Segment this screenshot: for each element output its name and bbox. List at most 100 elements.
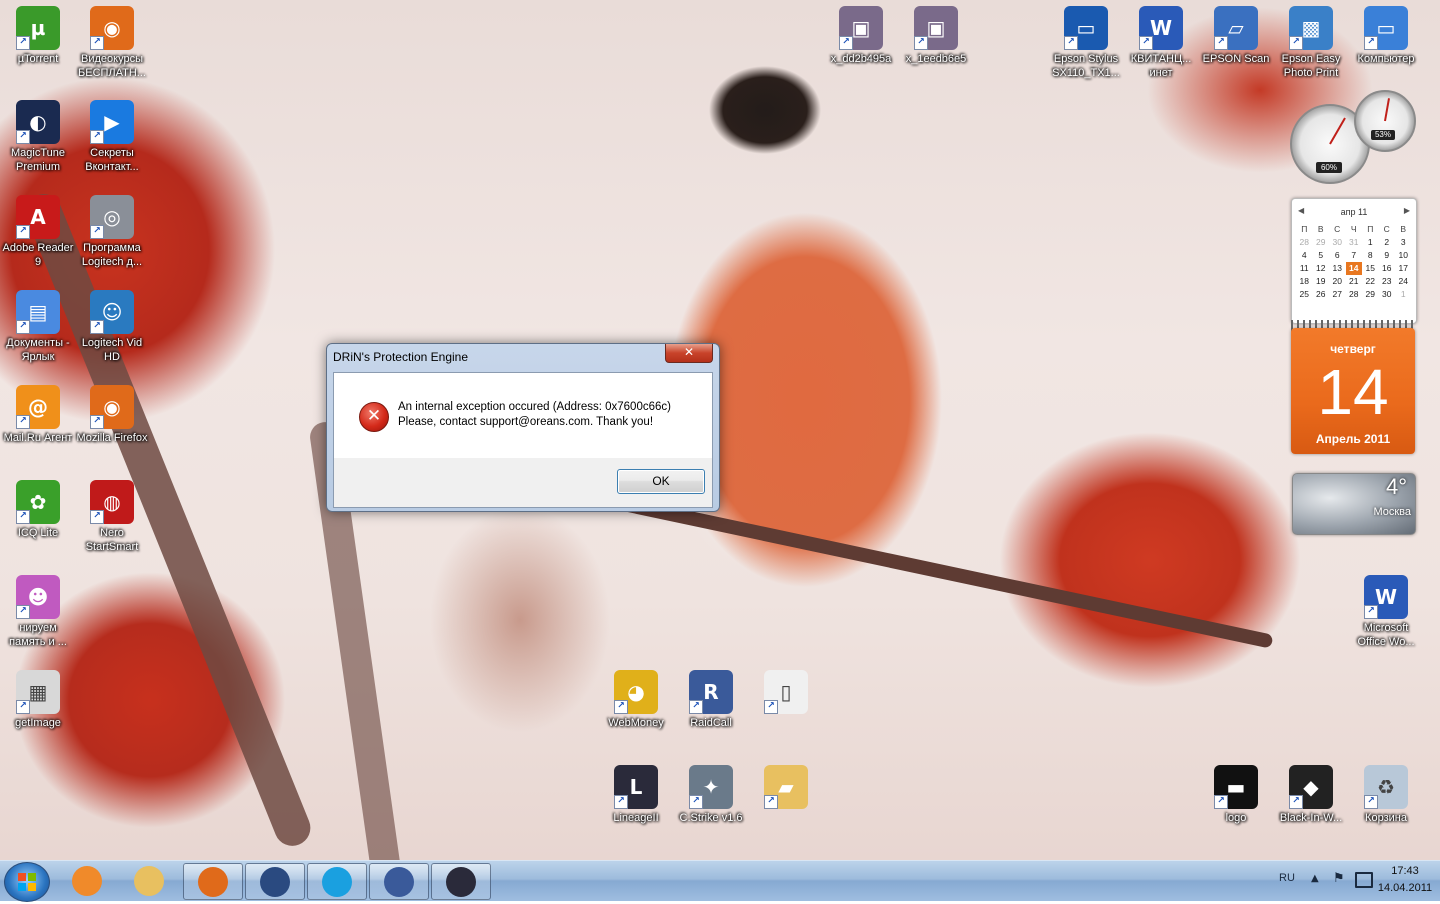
desktop-icon-bottom-5[interactable]: ▰ ↗ bbox=[748, 765, 824, 811]
calendar-day-cell[interactable]: 8 bbox=[1362, 249, 1379, 262]
calendar-week-row: 18 19 20 21 22 23 24 bbox=[1296, 275, 1412, 288]
calendar-day-cell[interactable]: 30 bbox=[1379, 288, 1396, 301]
calendar-day-cell[interactable]: 28 bbox=[1296, 236, 1313, 249]
cpu-meter-gadget[interactable]: 60% 53% bbox=[1290, 90, 1420, 185]
clock-time[interactable]: 17:43 bbox=[1375, 865, 1435, 877]
desktop-icon-bottom-8[interactable]: ♻ ↗ Корзина bbox=[1348, 765, 1424, 825]
calendar-day-cell[interactable]: 31 bbox=[1346, 236, 1363, 249]
desktop-icon-bottom-3[interactable]: L ↗ LineageII bbox=[598, 765, 674, 825]
calendar-day-cell[interactable]: 15 bbox=[1362, 262, 1379, 275]
desktop-icon-bottom-7[interactable]: ◆ ↗ Black-In-W... bbox=[1273, 765, 1349, 825]
desktop-icon-bottom-2[interactable]: ▯ ↗ bbox=[748, 670, 824, 716]
clock-date[interactable]: 14.04.2011 bbox=[1375, 882, 1435, 894]
calendar-day-cell[interactable]: 10 bbox=[1395, 249, 1412, 262]
calendar-day-cell[interactable]: 24 bbox=[1395, 275, 1412, 288]
calendar-day-cell[interactable]: 7 bbox=[1346, 249, 1363, 262]
calendar-gadget[interactable]: ◀ апр 11 ▶ П В С Ч П С В 28 29 30 31 1 2 3 4 5 6 7 8 9 10 11 1… bbox=[1291, 198, 1417, 458]
desktop-icon-top-4[interactable]: ▱ ↗ EPSON Scan bbox=[1198, 6, 1274, 66]
desktop-icon-left-4[interactable]: A ↗ Adobe Reader 9 bbox=[0, 195, 76, 269]
desktop-icon-bottom-9[interactable]: W ↗ Microsoft Office Wo... bbox=[1348, 575, 1424, 649]
calendar-day-cell[interactable]: 16 bbox=[1379, 262, 1396, 275]
desktop-icon-bottom-6[interactable]: ▬ ↗ logo bbox=[1198, 765, 1274, 825]
calendar-day-cell[interactable]: 18 bbox=[1296, 275, 1313, 288]
desktop-icon-left-12[interactable]: ☻ ↗ нируем память и ... bbox=[0, 575, 76, 649]
desktop-icon-label: нируем память и ... bbox=[9, 622, 67, 648]
start-button[interactable] bbox=[4, 862, 50, 902]
calendar-day-view: четверг 14 Апрель 2011 bbox=[1291, 328, 1415, 454]
calendar-day-cell[interactable]: 28 bbox=[1346, 288, 1363, 301]
taskbar-button-firefox[interactable] bbox=[183, 863, 243, 900]
desktop-icon-bottom-4[interactable]: ✦ ↗ C.Strike v1.6 bbox=[673, 765, 749, 825]
desktop-icon-top-3[interactable]: W ↗ КВИТАНЦ... инет bbox=[1123, 6, 1199, 80]
calendar-day-cell[interactable]: 29 bbox=[1313, 236, 1330, 249]
calendar-day-cell[interactable]: 30 bbox=[1329, 236, 1346, 249]
calendar-day-cell[interactable]: 23 bbox=[1379, 275, 1396, 288]
calendar-day-cell[interactable]: 1 bbox=[1395, 288, 1412, 301]
taskbar-button-raidcall[interactable] bbox=[369, 863, 429, 900]
calendar-day-cell[interactable]: 6 bbox=[1329, 249, 1346, 262]
calendar-day-cell[interactable]: 25 bbox=[1296, 288, 1313, 301]
desktop-icon-left-1[interactable]: ◉ ↗ Видеокурсы БЕСПЛАТН... bbox=[74, 6, 150, 80]
taskbar-button-explorer[interactable] bbox=[120, 863, 178, 898]
desktop-icon-top-2[interactable]: ▭ ↗ Epson Stylus SX110_TX1... bbox=[1048, 6, 1124, 80]
desktop-icon-top-0[interactable]: ▣ ↗ x_dd2b495a bbox=[823, 6, 899, 66]
desktop-icon-left-7[interactable]: ☺ ↗ Logitech Vid HD bbox=[74, 290, 150, 364]
taskbar-button-skype[interactable] bbox=[307, 863, 367, 900]
language-indicator[interactable]: RU bbox=[1279, 872, 1295, 884]
desktop-icon-left-11[interactable]: ◍ ↗ Nero StartSmart bbox=[74, 480, 150, 554]
calendar-day-cell[interactable]: 4 bbox=[1296, 249, 1313, 262]
calendar-day-cell[interactable]: 12 bbox=[1313, 262, 1330, 275]
show-hidden-icons-icon[interactable]: ▲ bbox=[1311, 873, 1319, 884]
desktop-icon-bottom-0[interactable]: ◕ ↗ WebMoney bbox=[598, 670, 674, 730]
desktop-icon-top-1[interactable]: ▣ ↗ x_1eedb6e5 bbox=[898, 6, 974, 66]
desktop-icon-left-2[interactable]: ◐ ↗ MagicTune Premium bbox=[0, 100, 76, 174]
taskbar-button-media-player[interactable] bbox=[58, 863, 116, 898]
calendar-day-cell[interactable]: 13 bbox=[1329, 262, 1346, 275]
calendar-day-cell[interactable]: 22 bbox=[1362, 275, 1379, 288]
calendar-day-cell[interactable]: 3 bbox=[1395, 236, 1412, 249]
network-icon[interactable] bbox=[1355, 872, 1373, 888]
desktop-icon-label: Epson Stylus SX110_TX1... bbox=[1052, 53, 1120, 79]
desktop-icon-label: x_dd2b495a bbox=[830, 53, 892, 65]
desktop-wallpaper[interactable] bbox=[0, 0, 1440, 860]
calendar-day-cell[interactable]: 5 bbox=[1313, 249, 1330, 262]
calendar-day-cell[interactable]: 14 bbox=[1345, 262, 1362, 275]
calendar-day-cell[interactable]: 20 bbox=[1329, 275, 1346, 288]
calendar-day-cell[interactable]: 29 bbox=[1362, 288, 1379, 301]
calendar-day-cell[interactable]: 2 bbox=[1379, 236, 1396, 249]
desktop-icon-left-6[interactable]: ▤ ↗ Документы - Ярлык bbox=[0, 290, 76, 364]
desktop-icon-top-6[interactable]: ▭ ↗ Компьютер bbox=[1348, 6, 1424, 66]
calendar-day-cell[interactable]: 11 bbox=[1296, 262, 1313, 275]
desktop-icon-left-8[interactable]: @ ↗ Mail.Ru Агент bbox=[0, 385, 76, 445]
taskbar-button-magictune[interactable] bbox=[245, 863, 305, 900]
ok-button[interactable]: OK bbox=[617, 469, 705, 494]
calendar-day-cell[interactable]: 26 bbox=[1313, 288, 1330, 301]
desktop-icon-left-13[interactable]: ▦ ↗ getImage bbox=[0, 670, 76, 730]
magictune-icon: ◐ ↗ bbox=[16, 100, 60, 144]
desktop-icon-left-3[interactable]: ▶ ↗ Секреты Вконтакт... bbox=[74, 100, 150, 174]
raidcall-icon bbox=[384, 866, 414, 897]
weather-gadget[interactable]: 4° Москва bbox=[1292, 473, 1416, 535]
icq-icon: ✿ ↗ bbox=[16, 480, 60, 524]
desktop-icon-left-10[interactable]: ✿ ↗ ICQ Lite bbox=[0, 480, 76, 540]
desktop-icon-left-9[interactable]: ◉ ↗ Mozilla Firefox bbox=[74, 385, 150, 445]
calendar-day-cell[interactable]: 19 bbox=[1313, 275, 1330, 288]
action-center-flag-icon[interactable]: ⚑ bbox=[1333, 871, 1345, 886]
close-button[interactable]: ✕ bbox=[665, 344, 713, 363]
desktop-icon-top-5[interactable]: ▩ ↗ Epson Easy Photo Print bbox=[1273, 6, 1349, 80]
calendar-day-cell[interactable]: 17 bbox=[1395, 262, 1412, 275]
shortcut-arrow-icon: ↗ bbox=[1364, 36, 1378, 50]
shortcut-arrow-icon: ↗ bbox=[1064, 36, 1078, 50]
calendar-day-cell[interactable]: 27 bbox=[1329, 288, 1346, 301]
calendar-day-cell[interactable]: 9 bbox=[1379, 249, 1396, 262]
calendar-day-cell[interactable]: 1 bbox=[1362, 236, 1379, 249]
desktop-icon-bottom-1[interactable]: R ↗ RaidCall bbox=[673, 670, 749, 730]
calendar-day-cell[interactable]: 21 bbox=[1346, 275, 1363, 288]
next-month-icon[interactable]: ▶ bbox=[1404, 206, 1410, 215]
desktop-icon-left-5[interactable]: ◎ ↗ Программа Logitech д... bbox=[74, 195, 150, 269]
desktop-icon-left-0[interactable]: µ ↗ µTorrent bbox=[0, 6, 76, 66]
shortcut-arrow-icon: ↗ bbox=[16, 320, 30, 334]
calendar-weekday: В bbox=[1400, 224, 1407, 234]
desktop-icon-label: getImage bbox=[15, 717, 61, 729]
taskbar-button-lineage[interactable] bbox=[431, 863, 491, 900]
